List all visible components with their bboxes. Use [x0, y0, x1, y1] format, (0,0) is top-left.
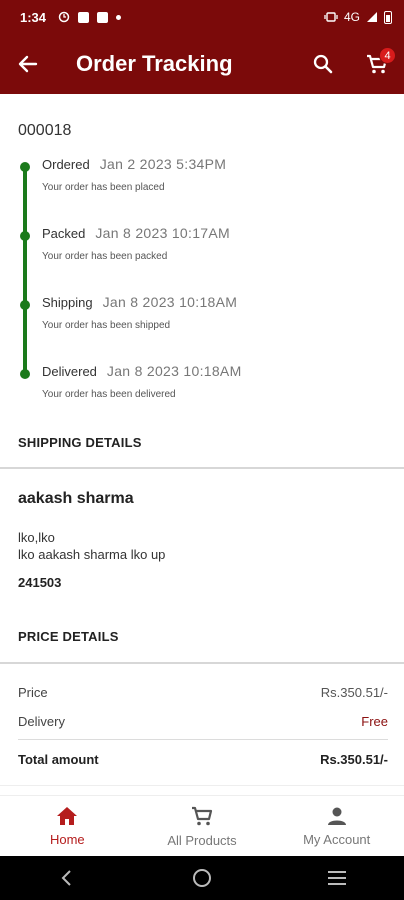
- timeline-step-desc: Your order has been delivered: [42, 389, 176, 400]
- divider: [0, 467, 404, 469]
- status-bar: 1:34 4G: [0, 0, 404, 34]
- bottom-navigation: Home All Products My Account: [0, 795, 404, 856]
- status-time: 1:34: [20, 9, 47, 25]
- search-button[interactable]: [296, 34, 350, 94]
- timeline-step-date: Jan 8 2023 10:18AM: [106, 363, 242, 379]
- nav-item-home[interactable]: Home: [0, 796, 135, 856]
- circle-icon: [192, 869, 211, 887]
- timeline-step-shipping: Shipping Jan 8 2023 10:18AM Your order h…: [18, 294, 388, 363]
- timeline-step-date: Jan 2 2023 5:34PM: [99, 156, 227, 172]
- nav-item-my-account[interactable]: My Account: [269, 796, 404, 856]
- vibrate-icon: [324, 12, 338, 22]
- timeline-step-label: Delivered: [42, 364, 97, 379]
- tracking-timeline: Ordered Jan 2 2023 5:34PM Your order has…: [18, 156, 388, 432]
- timeline-step-label: Packed: [42, 226, 86, 241]
- delivery-row: Delivery Free: [18, 714, 388, 729]
- home-icon: [57, 806, 78, 825]
- timeline-step-label: Shipping: [42, 295, 93, 310]
- system-home-button[interactable]: [172, 856, 232, 900]
- price-value: Rs.350.51/-: [320, 685, 388, 700]
- signal-icon: [367, 12, 377, 22]
- timeline-step-delivered: Delivered Jan 8 2023 10:18AM Your order …: [18, 363, 388, 432]
- timeline-step-desc: Your order has been packed: [42, 251, 168, 262]
- timeline-dot: [20, 300, 30, 310]
- delivery-label: Delivery: [18, 714, 65, 729]
- total-label: Total amount: [18, 752, 99, 767]
- sync-icon: [58, 11, 70, 23]
- nav-item-all-products[interactable]: All Products: [135, 796, 270, 856]
- page-title: Order Tracking: [76, 51, 233, 76]
- shipping-details-title: SHIPPING DETAILS: [18, 435, 142, 450]
- cart-button[interactable]: 4: [350, 34, 404, 94]
- divider: [0, 662, 404, 664]
- app-bar: Order Tracking 4: [0, 34, 404, 94]
- timeline-step-date: Jan 8 2023 10:18AM: [102, 294, 238, 310]
- timeline-step-label: Ordered: [42, 157, 90, 172]
- order-tracking-content: 000018 Ordered Jan 2 2023 5:34PM Your or…: [0, 94, 404, 795]
- divider: [18, 739, 388, 740]
- order-id: 000018: [18, 122, 72, 139]
- shipping-zip: 241503: [18, 575, 62, 590]
- shipping-address-line2: lko aakash sharma lko up: [18, 547, 166, 562]
- system-navigation-bar: [0, 856, 404, 900]
- timeline-dot: [20, 162, 30, 172]
- timeline-dot: [20, 231, 30, 241]
- notification-dot-icon: [116, 14, 122, 20]
- facebook-icon: [78, 11, 90, 23]
- timeline-step-desc: Your order has been shipped: [42, 320, 171, 331]
- timeline-step-date: Jan 8 2023 10:17AM: [95, 225, 230, 241]
- system-recents-button[interactable]: [307, 856, 367, 900]
- total-row: Total amount Rs.350.51/-: [18, 752, 388, 767]
- back-button[interactable]: [0, 34, 56, 94]
- divider: [0, 785, 404, 786]
- chevron-left-icon: [61, 870, 72, 886]
- facebook-icon: [97, 11, 109, 23]
- price-label: Price: [18, 685, 48, 700]
- search-icon: [313, 54, 333, 74]
- network-label: 4G: [343, 10, 360, 24]
- cart-icon: [192, 806, 213, 825]
- menu-icon: [327, 871, 346, 885]
- timeline-step-desc: Your order has been placed: [42, 182, 165, 193]
- system-back-button[interactable]: [37, 856, 97, 900]
- delivery-value: Free: [361, 714, 388, 729]
- shipping-name: aakash sharma: [18, 490, 134, 507]
- timeline-step-ordered: Ordered Jan 2 2023 5:34PM Your order has…: [18, 156, 388, 225]
- person-icon: [327, 807, 346, 825]
- timeline-dot: [20, 369, 30, 379]
- nav-label: All Products: [167, 832, 237, 848]
- price-details-title: PRICE DETAILS: [18, 629, 119, 644]
- price-row: Price Rs.350.51/-: [18, 685, 388, 700]
- arrow-left-icon: [18, 55, 38, 73]
- cart-count-badge: 4: [379, 47, 396, 64]
- nav-label: Home: [49, 831, 85, 847]
- battery-icon: [384, 10, 392, 24]
- shipping-address-line1: lko,lko: [18, 530, 55, 545]
- total-value: Rs.350.51/-: [320, 752, 388, 767]
- nav-label: My Account: [303, 831, 371, 847]
- timeline-step-packed: Packed Jan 8 2023 10:17AM Your order has…: [18, 225, 388, 294]
